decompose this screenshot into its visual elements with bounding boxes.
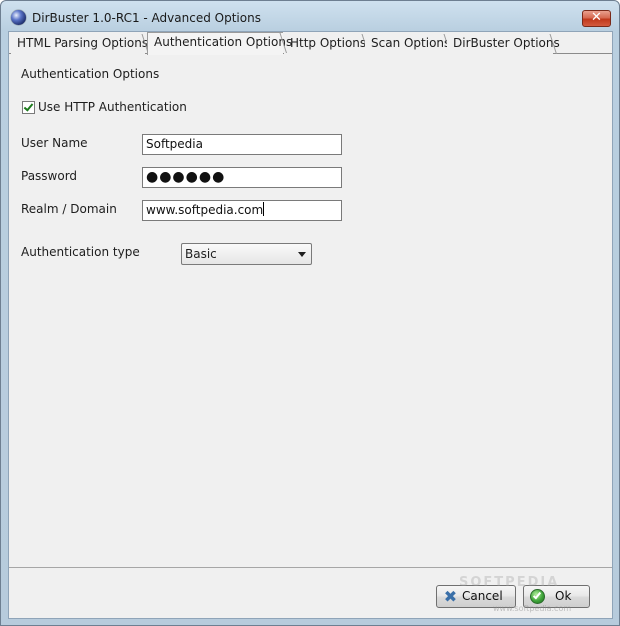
chevron-down-icon <box>298 252 306 257</box>
bottom-divider <box>9 567 612 568</box>
auth-type-label: Authentication type <box>21 245 140 259</box>
tab-authentication-options[interactable]: Authentication Options <box>147 32 292 55</box>
tab-label: DirBuster Options <box>453 36 560 50</box>
password-field[interactable]: ●●●●●● <box>142 167 342 188</box>
dirbuster-globe-icon <box>11 10 26 25</box>
realm-value: www.softpedia.com <box>146 203 264 217</box>
title-bar[interactable]: DirBuster 1.0-RC1 - Advanced Options ✕ <box>1 1 619 31</box>
username-field[interactable]: Softpedia <box>142 134 342 155</box>
watermark-url: www.softpedia.com <box>493 604 572 613</box>
tab-label: Authentication Options <box>154 35 293 49</box>
ok-check-icon <box>530 589 545 604</box>
advanced-options-window: DirBuster 1.0-RC1 - Advanced Options ✕ H… <box>0 0 620 626</box>
section-title: Authentication Options <box>21 67 160 81</box>
tab-dirbuster-options[interactable]: DirBuster Options <box>447 34 560 54</box>
checkmark-icon <box>23 101 34 112</box>
realm-label: Realm / Domain <box>21 202 117 216</box>
realm-field[interactable]: www.softpedia.com <box>142 200 342 221</box>
tab-label: Scan Options <box>371 36 451 50</box>
watermark-logo: SOFTPEDIA <box>459 575 560 590</box>
tab-bar: HTML Parsing Options Authentication Opti… <box>9 32 612 55</box>
username-label: User Name <box>21 136 88 150</box>
tab-label: Http Options <box>290 36 367 50</box>
text-caret <box>263 202 265 216</box>
tab-html-parsing-options[interactable]: HTML Parsing Options <box>11 34 149 54</box>
close-icon: ✕ <box>591 10 602 25</box>
close-button[interactable]: ✕ <box>582 10 611 27</box>
use-http-auth-checkbox[interactable] <box>22 101 35 114</box>
auth-type-value: Basic <box>185 247 217 261</box>
tab-label: HTML Parsing Options <box>17 36 149 50</box>
tab-scan-options[interactable]: Scan Options <box>365 34 451 54</box>
password-label: Password <box>21 169 78 183</box>
window-title: DirBuster 1.0-RC1 - Advanced Options <box>32 11 261 25</box>
use-http-auth-label[interactable]: Use HTTP Authentication <box>38 100 187 114</box>
auth-type-select[interactable]: Basic <box>181 243 312 265</box>
dialog-client-area: HTML Parsing Options Authentication Opti… <box>8 31 613 619</box>
tab-http-options[interactable]: Http Options <box>284 34 369 54</box>
cancel-x-icon: ✖ <box>443 587 458 606</box>
